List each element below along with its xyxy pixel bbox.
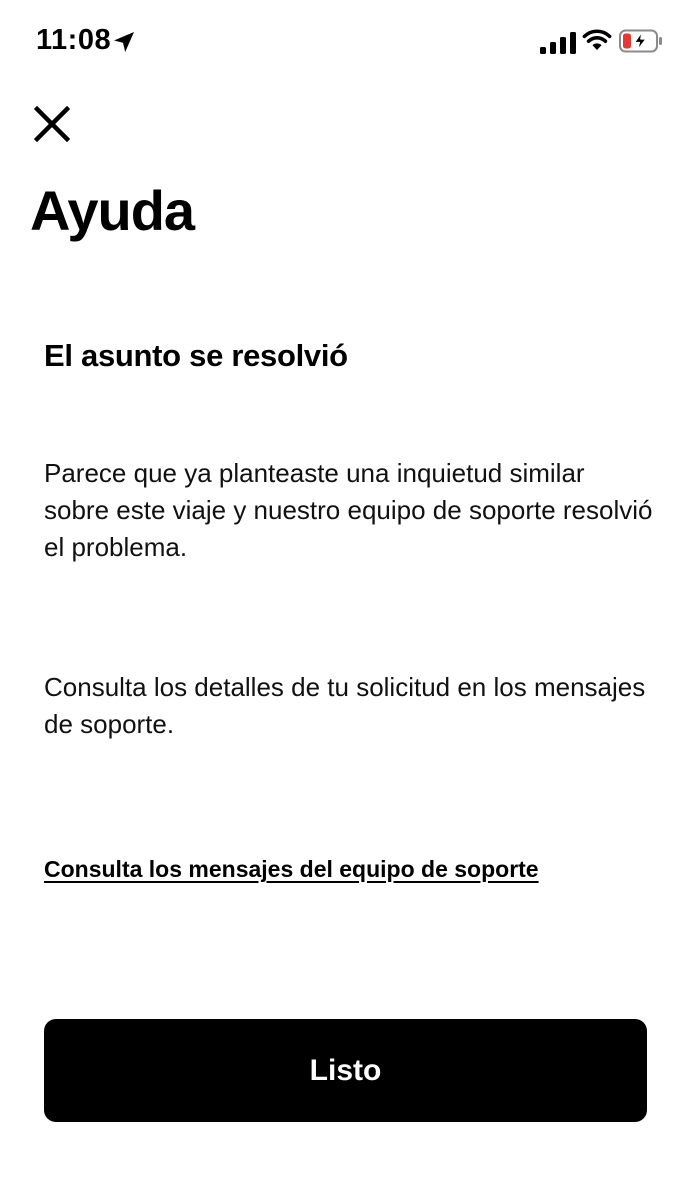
done-button[interactable]: Listo (44, 1019, 647, 1122)
support-messages-link[interactable]: Consulta los mensajes del equipo de sopo… (44, 856, 539, 883)
status-bar: 11:08 (0, 0, 691, 84)
details-paragraph: Consulta los detalles de tu solicitud en… (44, 672, 646, 739)
status-time: 11:08 (36, 24, 112, 56)
description-paragraph: Parece que ya planteaste una inquietud s… (44, 458, 653, 562)
cellular-signal-icon (540, 32, 576, 54)
section-heading: El asunto se resolvió (44, 338, 348, 373)
page-title: Ayuda (30, 179, 195, 242)
location-arrow-icon (114, 32, 134, 52)
close-button[interactable] (24, 96, 80, 152)
wifi-icon (582, 29, 612, 50)
battery-charging-icon (619, 29, 662, 53)
close-icon (34, 106, 70, 142)
